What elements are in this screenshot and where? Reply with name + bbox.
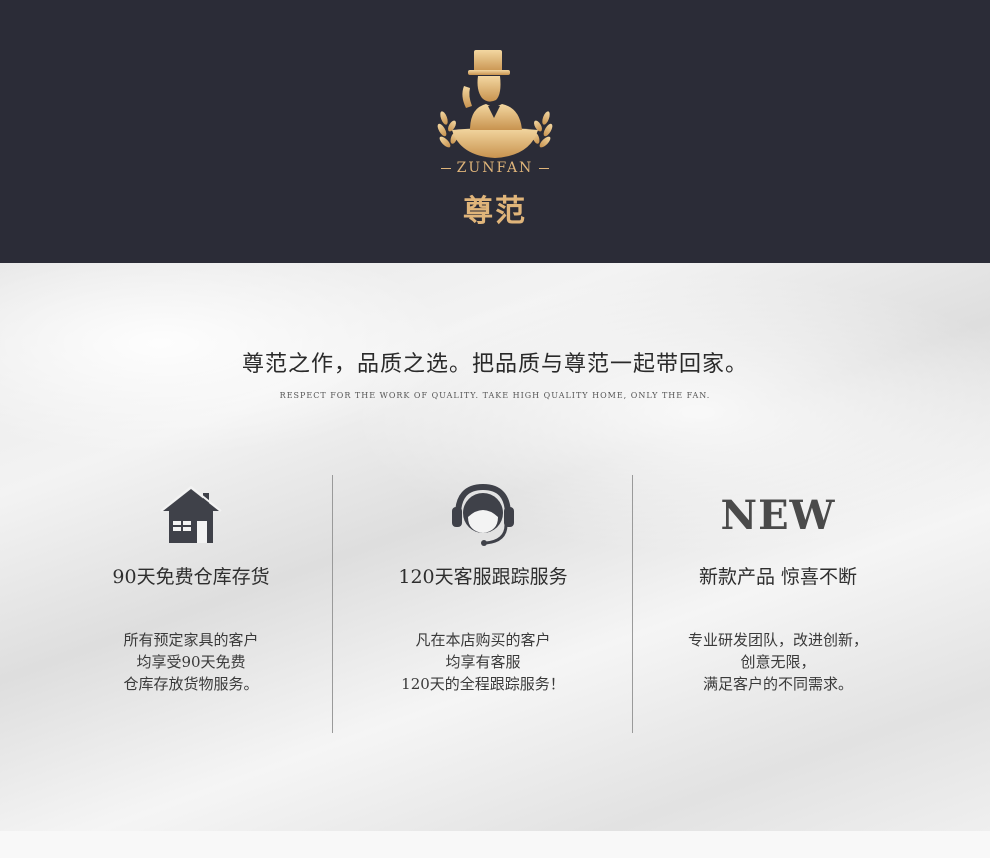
gentleman-logo-icon [437, 50, 553, 158]
feature-description: 凡在本店购买的客户 均享有客服 120天的全程跟踪服务！ [401, 631, 565, 693]
feature-new-products: NEW 新款产品 惊喜不断 专业研发团队，改进创新， 创意无限， 满足客户的不同… [638, 480, 918, 695]
column-divider [632, 475, 633, 733]
brand-chinese-name: 尊范 [463, 194, 527, 229]
headset-icon [452, 483, 514, 546]
slogan-subtitle: RESPECT FOR THE WORK OF QUALITY. TAKE HI… [279, 391, 711, 400]
feature-title: 新款产品 惊喜不断 [698, 566, 858, 588]
brand-english-name: ZUNFAN [0, 160, 990, 176]
feature-description: 所有预定家具的客户 均享受90天免费 仓库存放货物服务。 [123, 631, 259, 693]
bottom-strip [0, 831, 990, 858]
feature-title: 120天客服跟踪服务 [398, 566, 568, 588]
feature-description: 专业研发团队，改进创新， 创意无限， 满足客户的不同需求。 [687, 631, 868, 693]
new-icon: NEW [720, 491, 836, 539]
column-divider [332, 475, 333, 733]
feature-storage: 90天免费仓库存货 所有预定家具的客户 均享受90天免费 仓库存放货物服务。 [51, 480, 331, 695]
feature-title: 90天免费仓库存货 [112, 566, 270, 588]
house-icon [160, 485, 222, 543]
feature-service: 120天客服跟踪服务 凡在本店购买的客户 均享有客服 120天的全程跟踪服务！ [343, 480, 623, 695]
slogan-title: 尊范之作，品质之选。把品质与尊范一起带回家。 [241, 352, 748, 377]
brand-header: ZUNFAN 尊范 [0, 0, 990, 263]
